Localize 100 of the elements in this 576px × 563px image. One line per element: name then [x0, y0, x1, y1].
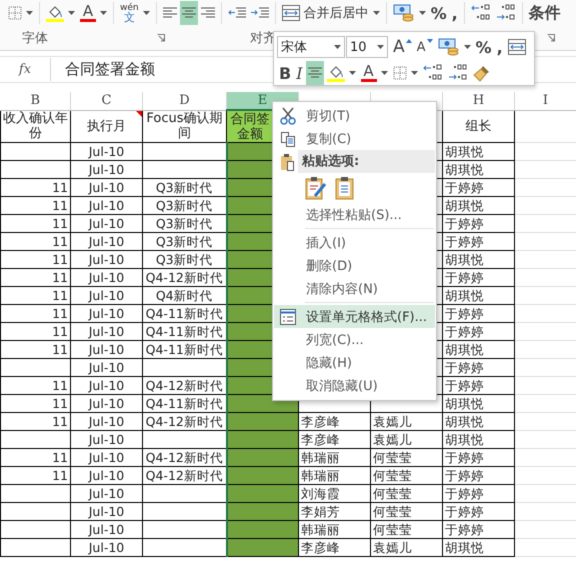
- form-icon: [280, 308, 296, 324]
- table-cell: Jul-10: [70, 196, 142, 214]
- font-dropdown[interactable]: 宋体: [277, 36, 345, 58]
- italic-button[interactable]: I: [294, 61, 305, 85]
- table-cell: Jul-10: [70, 466, 142, 484]
- menu-item[interactable]: 清除内容(N): [274, 277, 435, 300]
- menu-item[interactable]: 隐藏(H): [274, 351, 435, 374]
- menu-item[interactable]: 列宽(C)...: [274, 328, 435, 351]
- table-cell: 11: [0, 322, 70, 340]
- menu-item[interactable]: 选择性粘贴(S)...: [274, 203, 435, 226]
- table-cell: 胡琪悦: [442, 340, 514, 358]
- table-cell: 袁嫣儿: [370, 538, 442, 556]
- table-cell: 11: [0, 376, 70, 394]
- table-cell: Jul-10: [70, 268, 142, 286]
- indent-icon: [250, 7, 269, 19]
- column-header[interactable]: H: [442, 92, 514, 110]
- menu-item[interactable]: 取消隐藏(U): [274, 374, 435, 397]
- table-cell: 于婷婷: [442, 520, 514, 538]
- menu-item[interactable]: 设置单元格格式(F)...: [274, 305, 435, 328]
- table-cell: 刘海霞: [298, 484, 370, 502]
- font-size-dropdown[interactable]: 10: [346, 36, 388, 58]
- menu-item[interactable]: 删除(D): [274, 254, 435, 277]
- align-icon: [200, 7, 215, 19]
- merge-cells-icon: [508, 39, 526, 55]
- header-cell: 执行月: [70, 110, 142, 142]
- align-center-button[interactable]: [180, 1, 198, 25]
- table-cell: 11: [0, 304, 70, 322]
- table-cell: 胡琪悦: [442, 160, 514, 178]
- triangle-icon: [426, 39, 433, 43]
- column-header[interactable]: D: [142, 92, 226, 110]
- fill-color-icon: [326, 64, 345, 82]
- table-cell: Jul-10: [70, 142, 142, 160]
- table-cell: 11: [0, 178, 70, 196]
- table-cell: [226, 466, 298, 484]
- caret-icon: [377, 45, 384, 49]
- table-cell: 于婷婷: [442, 214, 514, 232]
- caret-icon: [464, 45, 471, 49]
- font-color-button[interactable]: A: [78, 1, 109, 25]
- format-button[interactable]: ,: [494, 35, 505, 59]
- table-cell: 韩瑞丽: [298, 520, 370, 538]
- table-cell: [226, 448, 298, 466]
- format-button[interactable]: %: [474, 35, 494, 59]
- triangle-icon: [406, 39, 412, 43]
- caret-icon: [334, 45, 341, 49]
- table-cell: 11: [0, 448, 70, 466]
- money-icon: [392, 4, 415, 22]
- table-cell: 于婷婷: [442, 304, 514, 322]
- phonetic-button[interactable]: wén 文: [118, 1, 152, 25]
- table-cell: 何莹莹: [370, 484, 442, 502]
- table-cell: 胡琪悦: [442, 286, 514, 304]
- borders-icon: [392, 66, 407, 80]
- table-cell: 于婷婷: [442, 502, 514, 520]
- table-cell: Jul-10: [70, 520, 142, 538]
- align-center-button[interactable]: [306, 61, 324, 85]
- table-cell: 何莹莹: [370, 466, 442, 484]
- clipboard-icon[interactable]: [335, 176, 355, 200]
- table-cell: 何莹莹: [370, 448, 442, 466]
- clipboard-brush-icon[interactable]: [305, 176, 327, 200]
- caret-icon: [100, 11, 107, 15]
- column-header[interactable]: C: [70, 92, 142, 110]
- table-cell: 11: [0, 232, 70, 250]
- table-cell: Jul-10: [70, 250, 142, 268]
- merge-button[interactable]: 合并后居中: [280, 1, 382, 25]
- function-label[interactable]: fx: [0, 62, 50, 77]
- table-cell: 李彦峰: [298, 430, 370, 448]
- caret-icon: [372, 11, 380, 15]
- launcher-icon[interactable]: [157, 34, 165, 42]
- caret-icon: [142, 11, 150, 15]
- column-header[interactable]: B: [0, 92, 70, 110]
- brush-icon: [472, 64, 491, 82]
- format-button[interactable]: 条件: [526, 1, 563, 25]
- fill-color-icon: [46, 4, 64, 22]
- decimal-icon: [422, 64, 443, 82]
- caret-icon: [380, 71, 388, 75]
- table-cell: 胡琪悦: [442, 250, 514, 268]
- table-cell: Jul-10: [70, 502, 142, 520]
- comment-indicator: [136, 110, 142, 116]
- table-cell: 胡琪悦: [442, 142, 514, 160]
- table-cell: 于婷婷: [442, 484, 514, 502]
- bold-button[interactable]: B: [277, 61, 294, 85]
- table-cell: Jul-10: [70, 538, 142, 556]
- menu-item[interactable]: 插入(I): [274, 231, 435, 254]
- table-cell: Jul-10: [70, 160, 142, 178]
- format-button[interactable]: ,: [450, 1, 460, 25]
- launcher-icon[interactable]: [547, 34, 555, 42]
- caret-icon: [418, 11, 426, 15]
- indent-icon: [228, 7, 246, 19]
- table-cell: 何莹莹: [370, 502, 442, 520]
- decimal-icon: [470, 4, 491, 22]
- font-color-button[interactable]: A: [358, 61, 390, 85]
- align-icon: [308, 67, 322, 79]
- table-cell: 11: [0, 466, 70, 484]
- format-button[interactable]: %: [428, 1, 449, 25]
- font-shrink-button[interactable]: A: [414, 35, 435, 59]
- group-label: 字体: [22, 30, 48, 47]
- table-cell: 李彦峰: [298, 412, 370, 430]
- table-cell: Jul-10: [70, 376, 142, 394]
- decimal-icon: [448, 64, 468, 82]
- font-grow-button[interactable]: A: [391, 35, 414, 59]
- column-header[interactable]: I: [514, 92, 576, 110]
